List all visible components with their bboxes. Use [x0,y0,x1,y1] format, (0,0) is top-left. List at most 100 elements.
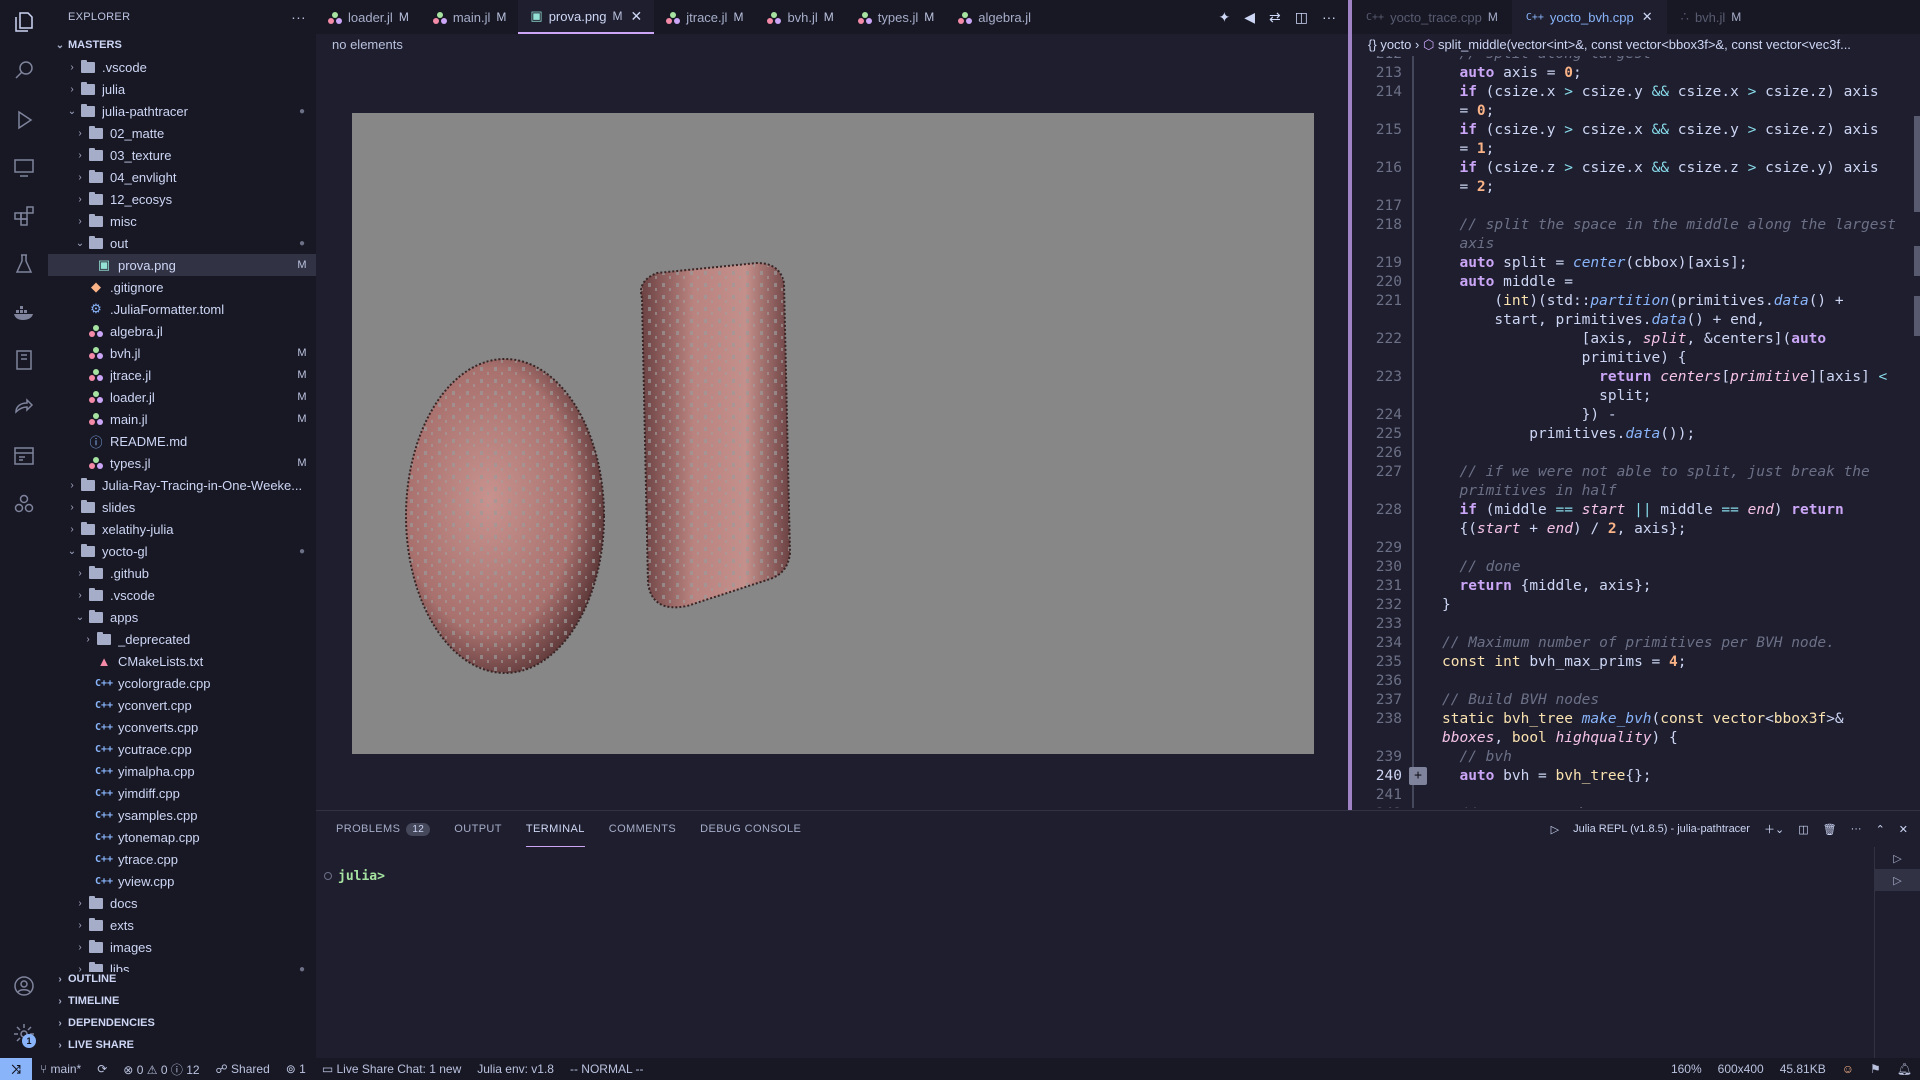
terminal-list-item[interactable]: ▷ [1875,869,1920,891]
tree-file[interactable]: C++ yconverts.cpp [48,716,316,738]
tree-folder[interactable]: › docs [48,892,316,914]
close-panel-icon[interactable]: ✕ [1899,823,1908,836]
kill-terminal-icon[interactable]: 🗑 [1823,823,1837,836]
tab-prova-png[interactable]: ▣ prova.png M ✕ [518,0,655,34]
tree-folder[interactable]: › Julia-Ray-Tracing-in-One-Weeke... [48,474,316,496]
tree-file[interactable]: C++ ycutrace.cpp [48,738,316,760]
extensions-icon[interactable] [12,204,36,228]
tree-folder[interactable]: › images [48,936,316,958]
julia-env-status[interactable]: Julia env: v1.8 [469,1062,562,1076]
maximize-panel-icon[interactable]: ⌃ [1876,823,1885,836]
live-share-icon[interactable] [12,396,36,420]
breadcrumb-namespace[interactable]: yocto [1380,37,1411,52]
tree-file[interactable]: C++ yimdiff.cpp [48,782,316,804]
terminal-list-item[interactable]: ▷ [1875,847,1920,869]
pin-icon[interactable]: ✦ [1219,9,1231,26]
branch-status[interactable]: ⑂ main* [32,1062,89,1076]
tree-folder[interactable]: ⌄ yocto-gl ● [48,540,316,562]
remote-indicator-icon[interactable]: ⤨ [0,1058,32,1080]
split-editor-icon[interactable]: ◫ [1295,9,1308,26]
tree-file[interactable]: C++ yconvert.cpp [48,694,316,716]
tree-file[interactable]: ⚙ .JuliaFormatter.toml [48,298,316,320]
tab-bvh-jl[interactable]: ∴ bvh.jl M [1667,0,1756,34]
tree-folder[interactable]: ⌄ apps [48,606,316,628]
problems-status[interactable]: ⊗ 0 ⚠ 0 ⓘ 12 [115,1061,207,1078]
tab-yocto_bvh-cpp[interactable]: C++ yocto_bvh.cpp ✕ [1511,0,1667,34]
more-actions-icon[interactable]: ··· [1322,9,1336,25]
account-icon[interactable] [12,974,36,998]
tab-types-jl[interactable]: types.jl M [846,0,946,34]
tree-folder[interactable]: › julia [48,78,316,100]
compare-changes-icon[interactable]: ⇄ [1269,9,1281,26]
zoom-status[interactable]: 160% [1663,1062,1710,1076]
testing-icon[interactable] [12,252,36,276]
tree-file[interactable]: ▲ CMakeLists.txt [48,650,316,672]
tab-loader-jl[interactable]: loader.jl M [316,0,421,34]
tree-file[interactable]: algebra.jl [48,320,316,342]
tree-file[interactable]: C++ yimalpha.cpp [48,760,316,782]
tree-file[interactable]: jtrace.jl M [48,364,316,386]
tree-folder[interactable]: › xelatihy-julia [48,518,316,540]
section-timeline[interactable]: › TIMELINE [48,990,316,1012]
panel-tab-debug-console[interactable]: DEBUG CONSOLE [700,811,801,847]
scrollbar-thumb[interactable] [1914,116,1920,212]
section-outline[interactable]: › OUTLINE [48,968,316,990]
julia-icon[interactable] [12,492,36,516]
search-icon[interactable] [12,58,36,82]
code-editor[interactable]: + 212 // split along largest 213 auto axi… [1352,56,1920,808]
remote-explorer-icon[interactable] [12,156,36,180]
feedback-icon[interactable]: ⚑ [1862,1062,1889,1076]
docker-icon[interactable] [12,300,36,324]
tree-folder[interactable]: › 04_envlight [48,166,316,188]
tab-bvh-jl[interactable]: bvh.jl M [755,0,845,34]
tree-file[interactable]: loader.jl M [48,386,316,408]
new-terminal-icon[interactable]: ＋⌄ [1764,821,1784,837]
panel-tab-problems[interactable]: PROBLEMS 12 [336,811,431,847]
ports-status[interactable]: ⊚ 1 [278,1062,314,1076]
tab-main-jl[interactable]: main.jl M [421,0,519,34]
sync-icon[interactable]: ⟳ [89,1062,115,1076]
split-terminal-icon[interactable]: ◫ [1798,823,1808,836]
tab-algebra-jl[interactable]: algebra.jl [946,0,1043,34]
tree-folder[interactable]: › _deprecated [48,628,316,650]
tree-folder[interactable]: › 12_ecosys [48,188,316,210]
section-dependencies[interactable]: › DEPENDENCIES [48,1012,316,1034]
panel-tab-comments[interactable]: COMMENTS [609,811,676,847]
live-share-status[interactable]: ☍ Shared [208,1062,278,1076]
tab-yocto_trace-cpp[interactable]: C++ yocto_trace.cpp M [1352,0,1512,34]
tree-folder[interactable]: ⌄ julia-pathtracer ● [48,100,316,122]
tree-file[interactable]: C++ ytonemap.cpp [48,826,316,848]
more-actions-icon[interactable]: ··· [291,9,306,25]
files-icon[interactable] [12,10,36,34]
live-share-chat-status[interactable]: ▭ Live Share Chat: 1 new [314,1062,469,1076]
tree-file[interactable]: types.jl M [48,452,316,474]
tree-folder[interactable]: › .vscode [48,584,316,606]
tree-file[interactable]: ◆ .gitignore [48,276,316,298]
copilot-icon[interactable]: ☺ [1834,1062,1862,1076]
workspace-root[interactable]: ⌄ MASTERS [48,34,316,56]
more-actions-icon[interactable]: ··· [1851,823,1862,835]
notifications-icon[interactable]: 🔔︎ [1889,1062,1920,1076]
tree-folder[interactable]: ⌄ out ● [48,232,316,254]
notebook-icon[interactable] [12,348,36,372]
terminal-name[interactable]: Julia REPL (v1.8.5) - julia-pathtracer [1573,823,1750,835]
panel-tab-output[interactable]: OUTPUT [454,811,502,847]
tree-folder[interactable]: › slides [48,496,316,518]
tree-folder[interactable]: › 03_texture [48,144,316,166]
tree-file[interactable]: C++ ysamples.cpp [48,804,316,826]
terminal-output[interactable]: julia> [324,869,385,884]
tab-jtrace-jl[interactable]: jtrace.jl M [654,0,755,34]
section-live-share[interactable]: › LIVE SHARE [48,1034,316,1056]
tree-file[interactable]: ⓘ README.md [48,430,316,452]
tree-file[interactable]: main.jl M [48,408,316,430]
close-icon[interactable]: ✕ [1642,9,1653,25]
browser-preview-icon[interactable] [12,444,36,468]
tree-file[interactable]: ▣ prova.png M [48,254,316,276]
tree-folder[interactable]: › 02_matte [48,122,316,144]
tree-folder[interactable]: › .github [48,562,316,584]
add-comment-icon[interactable]: + [1409,767,1427,785]
run-debug-icon[interactable] [12,108,36,132]
audio-icon[interactable]: ◀ [1244,9,1255,26]
panel-tab-terminal[interactable]: TERMINAL [525,811,585,847]
tree-folder[interactable]: › misc [48,210,316,232]
